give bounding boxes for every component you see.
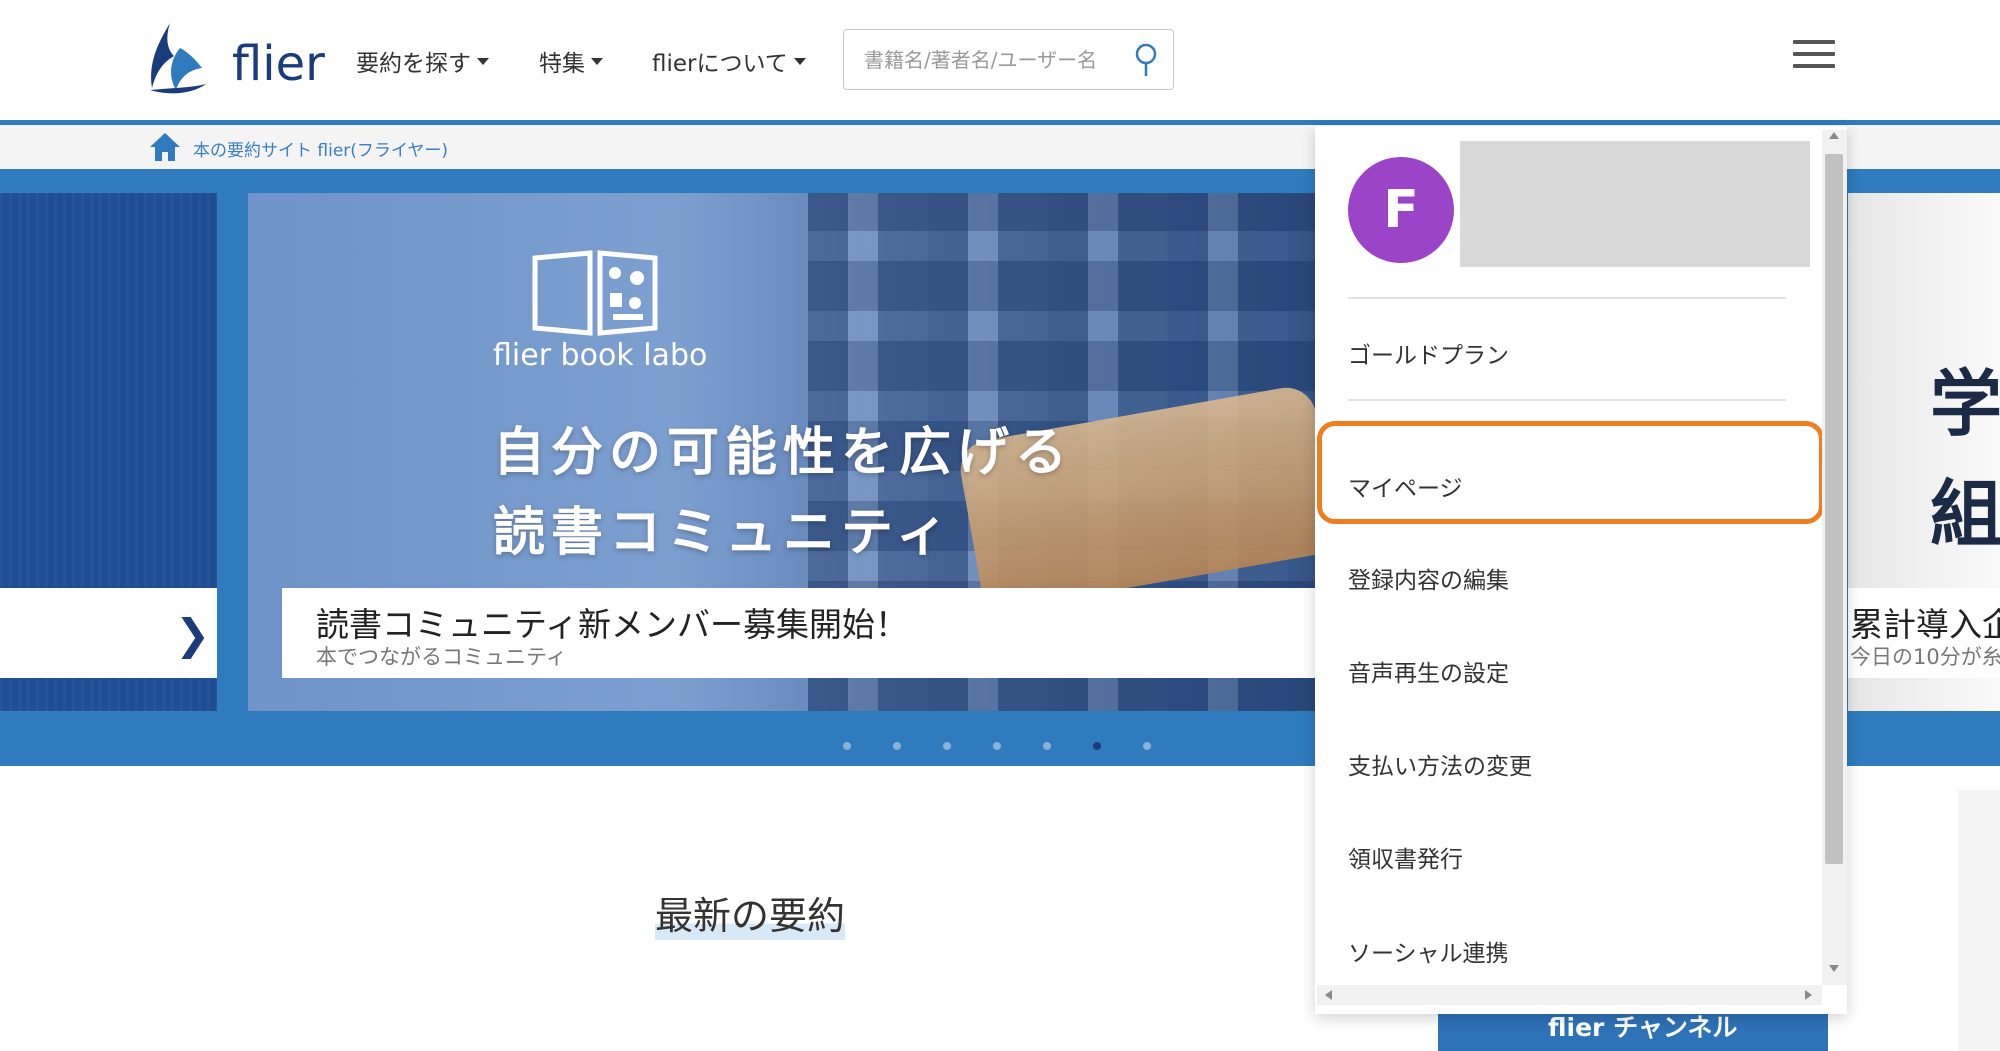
menu-item-receipt[interactable]: 領収書発行	[1348, 840, 1463, 874]
menu-divider	[1348, 297, 1786, 299]
next-slide-caption-title[interactable]: 累計導入企	[1850, 598, 2000, 646]
carousel-dot[interactable]	[943, 742, 951, 750]
slide-headline-line2: 読書コミュニティ	[493, 503, 954, 563]
carousel-dots	[843, 742, 1151, 750]
search-input[interactable]	[862, 44, 1116, 76]
menu-item-social-link[interactable]: ソーシャル連携	[1348, 934, 1509, 968]
next-slide-text-1: 学	[1930, 362, 2000, 446]
scroll-down-arrow-icon[interactable]	[1829, 965, 1839, 972]
slide-headline: 自分の可能性を広げる 読書コミュニティ	[493, 413, 1073, 573]
slide-caption-title[interactable]: 読書コミュニティ新メンバー募集開始！	[316, 598, 908, 646]
scroll-right-arrow-icon[interactable]	[1805, 990, 1812, 1000]
nav-label: 特集	[539, 51, 585, 77]
menu-item-edit-registration[interactable]: 登録内容の編集	[1348, 561, 1509, 595]
carousel-dot[interactable]	[1143, 742, 1151, 750]
menu-divider	[1348, 399, 1786, 401]
menu-item-gold-plan[interactable]: ゴールドプラン	[1348, 336, 1509, 370]
flier-logo-icon	[150, 23, 206, 94]
carousel-dot[interactable]	[843, 742, 851, 750]
scrollbar-thumb[interactable]	[1825, 154, 1843, 864]
scroll-left-arrow-icon[interactable]	[1325, 990, 1332, 1000]
user-info-redacted	[1460, 141, 1810, 267]
next-slide-text-2: 組	[1930, 472, 2000, 556]
nav-label: 要約を探す	[356, 51, 471, 77]
carousel-dot[interactable]	[1043, 742, 1051, 750]
breadcrumb-home-link[interactable]: 本の要約サイト flier(フライヤー)	[193, 136, 448, 161]
menu-item-my-page[interactable]: マイページ	[1348, 469, 1463, 503]
avatar[interactable]: F	[1348, 157, 1454, 263]
nav-find-summaries[interactable]: 要約を探す	[356, 44, 489, 78]
slide-headline-line1: 自分の可能性を広げる	[493, 423, 1074, 483]
open-book-icon	[532, 250, 658, 336]
menu-item-audio-settings[interactable]: 音声再生の設定	[1348, 654, 1509, 688]
nav-features[interactable]: 特集	[539, 44, 603, 78]
carousel-dot[interactable]	[893, 742, 901, 750]
carousel-dot[interactable]	[993, 742, 1001, 750]
caret-down-icon	[793, 57, 806, 65]
menu-item-payment-method[interactable]: 支払い方法の変更	[1348, 747, 1532, 781]
hamburger-menu-icon[interactable]	[1793, 40, 1835, 72]
home-icon[interactable]	[148, 131, 182, 163]
carousel-dot[interactable]	[1093, 742, 1101, 750]
search-icon[interactable]	[1133, 42, 1159, 80]
nav-label: flierについて	[652, 51, 788, 77]
search-box[interactable]	[843, 29, 1174, 90]
caret-down-icon	[591, 57, 603, 65]
section-title: 最新の要約	[655, 885, 846, 940]
chevron-right-icon[interactable]: ❯	[175, 610, 210, 659]
slide-caption-subtitle: 本でつながるコミュニティ	[316, 645, 567, 669]
caret-down-icon	[477, 57, 489, 65]
nav-about-flier[interactable]: flierについて	[652, 44, 806, 78]
next-slide-caption-subtitle: 今日の10分が糸	[1850, 645, 2000, 669]
sidebar-strip	[1958, 790, 2000, 1051]
slide-brand: flier book labo	[493, 338, 708, 373]
logo-wordmark[interactable]: flier	[232, 36, 325, 92]
horizontal-scrollbar[interactable]	[1317, 985, 1822, 1005]
scroll-up-arrow-icon[interactable]	[1829, 132, 1839, 139]
